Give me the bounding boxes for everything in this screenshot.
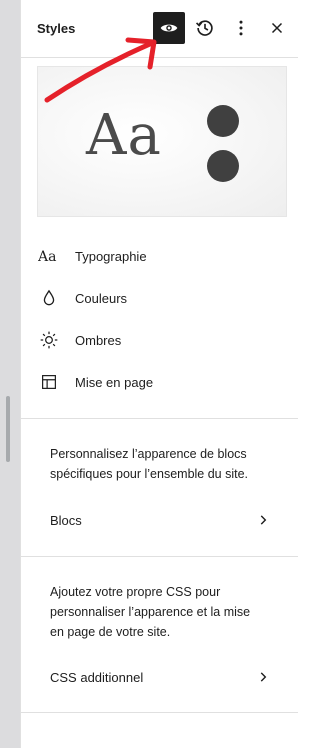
droplet-icon xyxy=(37,286,61,310)
editor-canvas-edge xyxy=(0,0,20,748)
preview-color-swatch xyxy=(207,105,239,137)
blocks-nav-item[interactable]: Blocs xyxy=(50,505,270,535)
close-icon xyxy=(271,22,283,34)
svg-text:Aa: Aa xyxy=(38,249,56,264)
layout-icon xyxy=(37,370,61,394)
blocks-description: Personnalisez l’apparence de blocs spéci… xyxy=(50,447,249,481)
menu-item-typography[interactable]: Aa Typographie xyxy=(37,240,282,272)
preview-color-swatch xyxy=(207,150,239,182)
additional-css-nav-label: CSS additionnel xyxy=(50,669,144,685)
style-book-preview-button[interactable] xyxy=(153,12,185,44)
blocks-nav-label: Blocs xyxy=(50,512,82,528)
css-description: Ajoutez votre propre CSS pour personnali… xyxy=(50,585,251,639)
chevron-right-icon xyxy=(260,515,267,525)
typography-icon: Aa xyxy=(37,244,61,268)
menu-item-shadows[interactable]: Ombres xyxy=(37,324,282,356)
style-preview-card[interactable]: Aa xyxy=(37,66,287,217)
preview-sample-text: Aa xyxy=(86,103,162,168)
panel-header: Styles xyxy=(21,0,298,58)
sun-icon xyxy=(37,328,61,352)
menu-item-layout[interactable]: Mise en page xyxy=(37,366,282,398)
divider xyxy=(21,418,298,419)
styles-sidebar: Styles Aa Aa Typographie Couleurs Ombres… xyxy=(20,0,298,748)
more-options-button[interactable] xyxy=(225,12,257,44)
close-panel-button[interactable] xyxy=(261,12,293,44)
divider xyxy=(21,556,298,557)
divider xyxy=(21,712,298,713)
scrollbar-thumb[interactable] xyxy=(6,396,10,462)
menu-item-label: Couleurs xyxy=(75,290,128,306)
menu-item-colors[interactable]: Couleurs xyxy=(37,282,282,314)
eye-icon xyxy=(160,24,178,32)
menu-item-label: Ombres xyxy=(75,332,122,348)
additional-css-nav-item[interactable]: CSS additionnel xyxy=(50,662,270,692)
menu-item-label: Typographie xyxy=(75,248,147,264)
history-icon xyxy=(195,20,213,36)
more-vertical-icon xyxy=(239,20,243,36)
revisions-button[interactable] xyxy=(189,12,221,44)
menu-item-label: Mise en page xyxy=(75,374,154,390)
panel-title: Styles xyxy=(37,21,76,36)
chevron-right-icon xyxy=(260,672,267,682)
